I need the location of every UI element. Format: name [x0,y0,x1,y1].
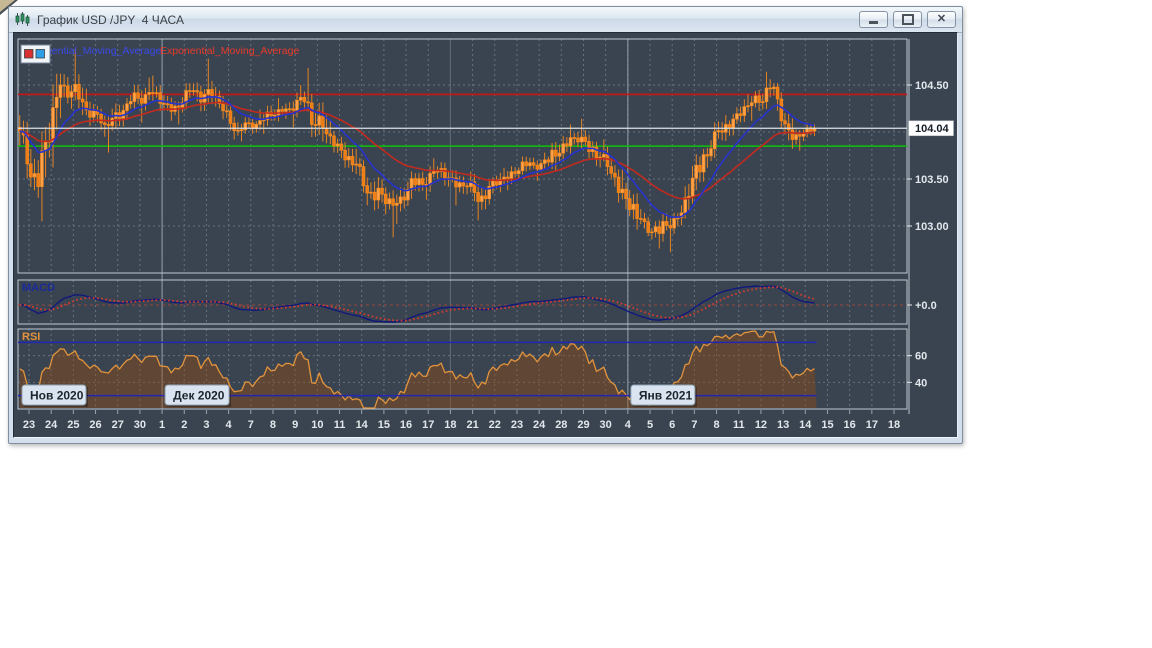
svg-text:25: 25 [67,419,79,431]
svg-text:40: 40 [915,377,927,389]
svg-text:10: 10 [311,419,323,431]
svg-text:9: 9 [292,419,298,431]
minimize-button[interactable] [859,11,888,28]
svg-text:3: 3 [203,419,209,431]
svg-text:2: 2 [181,419,187,431]
svg-text:14: 14 [799,419,812,431]
svg-text:4: 4 [226,419,233,431]
svg-text:60: 60 [915,351,927,363]
svg-text:8: 8 [270,419,276,431]
svg-text:18: 18 [888,419,900,431]
svg-text:15: 15 [378,419,390,431]
minimize-icon [869,21,878,24]
svg-text:21: 21 [466,419,478,431]
svg-text:12: 12 [755,419,767,431]
svg-text:Янв 2021: Янв 2021 [639,389,693,403]
svg-text:14: 14 [356,419,369,431]
candles [18,49,815,252]
chart-window: График USD /JPY 4 ЧАСА ✕ 104.04104.50103… [8,6,963,444]
svg-text:103.50: 103.50 [915,174,949,186]
svg-text:24: 24 [533,419,546,431]
svg-text:22: 22 [489,419,501,431]
svg-text:13: 13 [777,419,789,431]
svg-text:15: 15 [821,419,833,431]
svg-text:24: 24 [45,419,58,431]
svg-text:16: 16 [400,419,412,431]
chart-window-icon [15,12,31,27]
svg-text:7: 7 [691,419,697,431]
chart-client-area: 104.04 104.50 103.50 103.00 +0.0 MACD 60 40 RSI 2… [13,32,958,438]
svg-text:104.04: 104.04 [915,123,950,135]
svg-text:27: 27 [112,419,124,431]
window-titlebar[interactable]: График USD /JPY 4 ЧАСА ✕ [9,7,962,33]
svg-text:6: 6 [669,419,675,431]
svg-text:26: 26 [89,419,101,431]
svg-text:Нов 2020: Нов 2020 [30,389,84,403]
svg-text:MACD: MACD [22,282,55,294]
svg-text:30: 30 [134,419,146,431]
svg-text:+0.0: +0.0 [915,300,937,312]
svg-text:RSI: RSI [22,331,40,343]
restore-button[interactable] [893,11,922,28]
svg-text:Exponential_Moving_Average: Exponential_Moving_Average [160,45,299,57]
svg-text:7: 7 [248,419,254,431]
svg-text:28: 28 [555,419,567,431]
window-buttons: ✕ [859,11,956,28]
close-button[interactable]: ✕ [927,11,956,28]
window-title: График USD /JPY 4 ЧАСА [37,13,184,27]
svg-text:16: 16 [844,419,856,431]
svg-text:Дек 2020: Дек 2020 [173,389,225,403]
svg-text:1: 1 [159,419,165,431]
svg-text:18: 18 [444,419,456,431]
svg-text:30: 30 [600,419,612,431]
svg-text:17: 17 [866,419,878,431]
chart-canvas[interactable]: 104.04 104.50 103.50 103.00 +0.0 MACD 60 40 RSI 2… [14,33,957,437]
svg-text:104.50: 104.50 [915,80,949,92]
svg-text:23: 23 [511,419,523,431]
svg-text:17: 17 [422,419,434,431]
svg-text:5: 5 [647,419,653,431]
svg-text:23: 23 [23,419,35,431]
svg-text:11: 11 [733,419,745,431]
svg-text:4: 4 [625,419,632,431]
restore-icon [902,14,914,25]
svg-text:29: 29 [577,419,589,431]
close-icon: ✕ [937,14,946,25]
svg-text:103.00: 103.00 [915,221,949,233]
svg-text:8: 8 [714,419,720,431]
svg-text:11: 11 [334,419,346,431]
